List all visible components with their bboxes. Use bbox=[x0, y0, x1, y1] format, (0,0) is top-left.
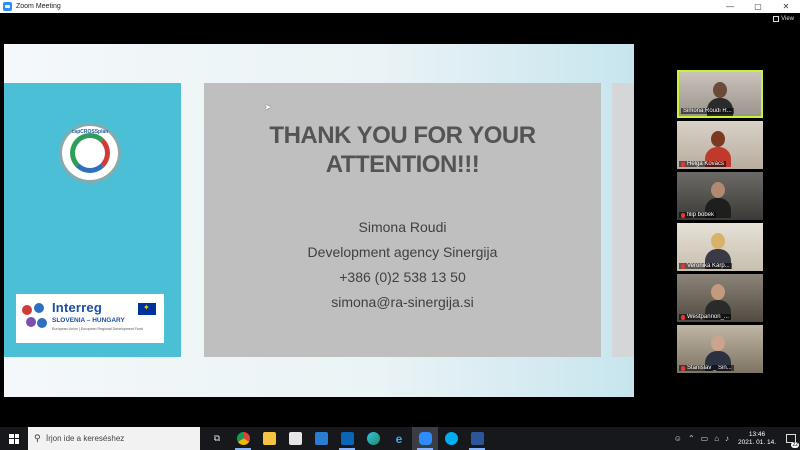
taskbar-search[interactable]: ⚲ bbox=[28, 427, 200, 450]
outlook-taskbar-button[interactable] bbox=[334, 427, 360, 450]
skype-taskbar-button[interactable] bbox=[438, 427, 464, 450]
zoom-taskbar-button[interactable] bbox=[412, 427, 438, 450]
file-explorer-taskbar-button[interactable] bbox=[256, 427, 282, 450]
mail-taskbar-button[interactable] bbox=[308, 427, 334, 450]
contact-email: simona@ra-sinergija.si bbox=[331, 294, 474, 310]
participant-tile[interactable]: Helga Kovács bbox=[677, 121, 763, 169]
interreg-region: SLOVENIA – HUNGARY bbox=[52, 317, 125, 324]
contact-name: Simona Roudi bbox=[358, 219, 447, 235]
outlook-icon bbox=[340, 432, 354, 445]
window-title: Zoom Meeting bbox=[16, 3, 61, 10]
mail-icon bbox=[314, 432, 328, 445]
store-taskbar-button[interactable] bbox=[282, 427, 308, 450]
interreg-logo: Interreg SLOVENIA – HUNGARY European Uni… bbox=[16, 294, 164, 343]
task-view-icon: ⧉ bbox=[213, 433, 221, 443]
maximize-button[interactable]: ▢ bbox=[744, 0, 772, 13]
ie-taskbar-button[interactable]: e bbox=[386, 427, 412, 450]
search-icon: ⚲ bbox=[34, 433, 41, 443]
participant-name: Westpannon_... bbox=[679, 314, 731, 320]
notification-center-button[interactable]: 22 bbox=[782, 427, 800, 450]
participant-video bbox=[705, 284, 731, 320]
edge-taskbar-button[interactable] bbox=[360, 427, 386, 450]
window-controls: — ▢ ✕ bbox=[716, 0, 800, 13]
slide-heading-line2: ATTENTION!!! bbox=[325, 151, 480, 178]
internet-explorer-icon: e bbox=[395, 431, 403, 446]
clock-time: 13:46 bbox=[748, 430, 766, 438]
muted-mic-icon bbox=[681, 263, 685, 269]
notification-count: 22 bbox=[791, 442, 799, 448]
capcrossplan-logo: capCROSSplan bbox=[59, 123, 121, 183]
participant-video bbox=[705, 233, 731, 269]
battery-icon[interactable]: ▭ bbox=[701, 434, 709, 443]
participant-video bbox=[705, 182, 731, 218]
muted-mic-icon bbox=[681, 365, 685, 371]
participant-tile[interactable]: filip bobek bbox=[677, 172, 763, 220]
title-bar: Zoom Meeting — ▢ ✕ bbox=[0, 0, 800, 13]
participant-tile[interactable]: Veronika Kárp... bbox=[677, 223, 763, 271]
view-button-label: View bbox=[781, 16, 794, 22]
chrome-taskbar-button[interactable] bbox=[230, 427, 256, 450]
mouse-cursor-icon: ➤ bbox=[264, 102, 272, 112]
muted-mic-icon bbox=[681, 314, 685, 320]
logo-ring-icon bbox=[70, 133, 110, 173]
grid-icon bbox=[773, 16, 780, 22]
clock-date: 2021. 01. 14. bbox=[738, 438, 776, 446]
taskbar-search-input[interactable] bbox=[46, 434, 196, 443]
participant-tile[interactable]: Stanislav _ Sin... bbox=[677, 325, 763, 373]
windows-logo-icon bbox=[9, 433, 19, 444]
system-tray: ☺ ⌃ ▭ ⌂ ♪ 13:46 2021. 01. 14. 22 bbox=[671, 427, 800, 450]
network-icon[interactable]: ⌂ bbox=[714, 434, 719, 443]
person-icon[interactable]: ☺ bbox=[674, 434, 682, 443]
zoom-meeting-window: Zoom Meeting — ▢ ✕ View capCROSSplan Int… bbox=[0, 0, 800, 450]
contact-organization: Development agency Sinergija bbox=[307, 244, 498, 260]
interreg-mark-icon bbox=[22, 303, 48, 331]
capcrossplan-logo-text: capCROSSplan bbox=[71, 129, 109, 135]
participant-name: Simona Roudi R... bbox=[681, 108, 734, 114]
chevron-up-icon[interactable]: ⌃ bbox=[688, 434, 695, 443]
eu-flag-icon bbox=[138, 303, 156, 315]
folder-icon bbox=[262, 432, 276, 445]
shared-screen: capCROSSplan Interreg SLOVENIA – HUNGARY… bbox=[4, 44, 634, 397]
view-button[interactable]: View bbox=[773, 16, 794, 22]
word-icon bbox=[470, 432, 484, 445]
chrome-icon bbox=[236, 432, 250, 445]
slide-center-panel: THANK YOU FOR YOUR ATTENTION!!! Simona R… bbox=[204, 83, 601, 357]
slide-heading-line1: THANK YOU FOR YOUR bbox=[269, 122, 536, 149]
taskbar-clock[interactable]: 13:46 2021. 01. 14. bbox=[738, 431, 776, 447]
participant-name: Helga Kovács bbox=[679, 161, 727, 167]
interreg-name: Interreg bbox=[52, 300, 103, 315]
store-icon bbox=[288, 432, 302, 445]
minimize-button[interactable]: — bbox=[716, 0, 744, 13]
participant-name: Veronika Kárp... bbox=[679, 263, 732, 269]
word-taskbar-button[interactable] bbox=[464, 427, 490, 450]
muted-mic-icon bbox=[681, 161, 685, 167]
participant-tile[interactable]: Westpannon_... bbox=[677, 274, 763, 322]
slide-right-panel bbox=[612, 83, 634, 357]
participant-tile[interactable]: Simona Roudi R... bbox=[677, 70, 763, 118]
slide-left-panel: capCROSSplan Interreg SLOVENIA – HUNGARY… bbox=[4, 83, 181, 357]
participant-name: Stanislav _ Sin... bbox=[679, 365, 734, 371]
participant-video bbox=[705, 335, 731, 371]
edge-icon bbox=[366, 432, 380, 445]
task-view-button[interactable]: ⧉ bbox=[204, 427, 230, 450]
volume-icon[interactable]: ♪ bbox=[725, 434, 729, 443]
taskbar-apps: ⧉ e bbox=[204, 427, 490, 450]
slide-heading: THANK YOU FOR YOUR ATTENTION!!! bbox=[204, 121, 601, 179]
participant-video bbox=[705, 131, 731, 167]
interreg-subtitle: European Union | European Regional Devel… bbox=[52, 327, 144, 331]
contact-phone: +386 (0)2 538 13 50 bbox=[339, 269, 466, 285]
windows-taskbar: ⚲ ⧉ e ☺ ⌃ ▭ ⌂ ♪ 13:46 2021. 01. 14. bbox=[0, 427, 800, 450]
zoom-icon bbox=[418, 432, 432, 445]
close-button[interactable]: ✕ bbox=[772, 0, 800, 13]
muted-mic-icon bbox=[681, 212, 685, 218]
start-button[interactable] bbox=[0, 427, 28, 450]
participant-name: filip bobek bbox=[679, 212, 717, 218]
zoom-app-icon bbox=[3, 2, 12, 11]
skype-icon bbox=[444, 432, 458, 445]
